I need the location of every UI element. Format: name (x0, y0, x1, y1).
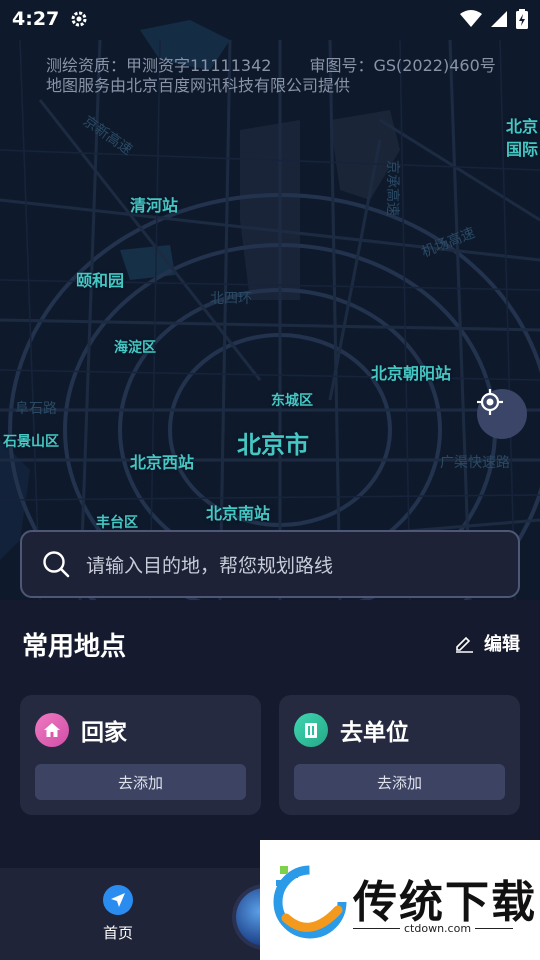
status-time: 4:27 (12, 8, 60, 30)
edit-button[interactable]: 编辑 (454, 630, 520, 656)
navigation-arrow-icon (103, 885, 133, 915)
watermark-logo-icon (273, 865, 347, 939)
work-card[interactable]: 去单位 去添加 (279, 695, 520, 815)
locate-button[interactable] (477, 389, 527, 439)
nav-home-label: 首页 (102, 924, 133, 942)
search-placeholder: 请输入目的地，帮您规划路线 (86, 554, 334, 577)
search-icon (43, 551, 70, 578)
map-label-beijing-west-station[interactable]: 北京西站 (130, 449, 194, 473)
road-label: 北四环 (210, 291, 252, 307)
battery-icon (516, 9, 528, 29)
road-label: 广渠快速路 (440, 455, 510, 471)
status-bar: 4:27 (0, 0, 540, 38)
edit-label: 编辑 (484, 634, 520, 655)
copyright-provider: 地图服务由北京百度网讯科技有限公司提供 (46, 76, 351, 95)
road-label: 京承高速 (384, 160, 400, 216)
edit-icon (456, 636, 473, 653)
watermark-title: 传统下载 (353, 877, 537, 928)
map-label-beijing-city[interactable]: 北京市 (237, 425, 309, 460)
work-card-name: 去单位 (340, 720, 409, 746)
favorite-places-title: 常用地点 (22, 632, 127, 662)
office-building-icon (294, 713, 328, 747)
copyright-review-number: 审图号：GS(2022)460号 (309, 56, 496, 75)
map-label-beijing-south-station[interactable]: 北京南站 (206, 500, 270, 524)
map-label-haidian[interactable]: 海淀区 (114, 337, 156, 357)
map-view[interactable]: 京新高速 京承高速 机场高速 北四环 阜石路 广渠快速路 清河站 颐和园 海淀区… (0, 0, 540, 600)
add-home-button[interactable]: 去添加 (35, 764, 246, 800)
copyright-license: 测绘资质：甲测资字11111342 (46, 56, 272, 75)
home-card[interactable]: 回家 去添加 (20, 695, 261, 815)
map-label-qinghe-station[interactable]: 清河站 (130, 192, 178, 216)
road-label: 阜石路 (15, 401, 57, 417)
watermark: 传统下载 ctdown.com (260, 840, 540, 960)
add-work-button[interactable]: 去添加 (294, 764, 505, 800)
map-label-summer-palace[interactable]: 颐和园 (76, 267, 124, 291)
map-copyright: 测绘资质：甲测资字11111342 审图号：GS(2022)460号 地图服务由北… (46, 56, 496, 96)
map-label-capital-airport-b[interactable]: 国际 (506, 136, 538, 160)
nav-home-tab[interactable]: 首页 (98, 884, 138, 943)
map-label-shijingshan[interactable]: 石景山区 (3, 431, 59, 451)
locate-icon (477, 389, 503, 415)
map-label-chaoyang-station[interactable]: 北京朝阳站 (371, 360, 451, 384)
map-label-dongcheng[interactable]: 东城区 (271, 390, 313, 410)
home-card-name: 回家 (81, 720, 127, 746)
map-label-fengtai[interactable]: 丰台区 (96, 512, 138, 532)
destination-search-input[interactable]: 请输入目的地，帮您规划路线 (20, 530, 520, 598)
signal-icon (491, 11, 507, 27)
wifi-icon (460, 10, 482, 27)
watermark-url: ctdown.com (400, 922, 476, 935)
home-icon (35, 713, 69, 747)
map-label-capital-airport-a[interactable]: 北京 (506, 113, 538, 137)
settings-icon (71, 11, 87, 27)
